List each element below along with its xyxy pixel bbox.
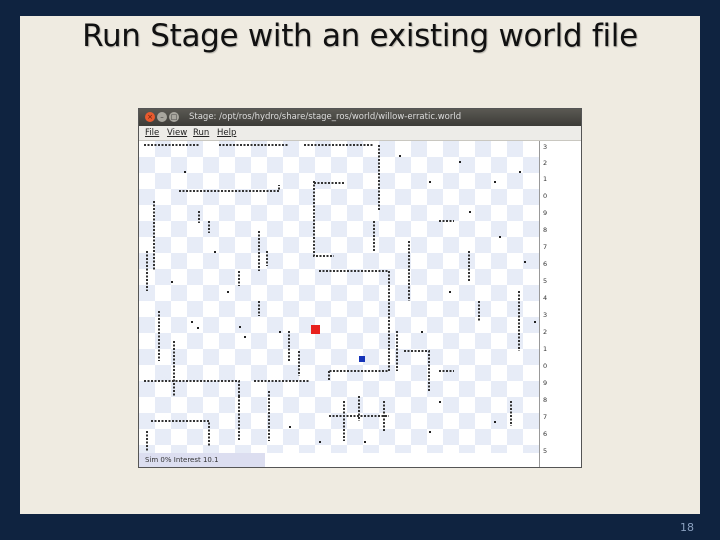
ruler-label: 8 [543,396,548,404]
window-title: Stage: /opt/ros/hydro/share/stage_ros/wo… [189,112,462,122]
menu-view[interactable]: View [167,128,187,138]
page-number: 18 [680,521,694,534]
ruler-label: 8 [543,226,548,234]
ruler-label: 7 [543,243,548,251]
maximize-icon[interactable]: □ [169,112,179,122]
ruler-label: 7 [543,413,548,421]
slide-title: Run Stage with an existing world file [82,18,638,54]
ruler-label: 3 [543,311,548,319]
ruler-label: 6 [543,430,548,438]
window-titlebar[interactable]: × – □ Stage: /opt/ros/hydro/share/stage_… [139,109,581,126]
ruler-label: 2 [543,328,548,336]
menu-help[interactable]: Help [217,128,236,138]
vertical-ruler: 3 2 1 0 9 8 7 6 5 4 3 2 1 0 9 8 7 6 5 [539,141,581,467]
ruler-label: 2 [543,159,548,167]
ruler-label: 1 [543,175,548,183]
ruler-label: 6 [543,260,548,268]
ruler-label: 4 [543,294,548,302]
ruler-label: 0 [543,362,548,370]
menubar: File View Run Help [139,126,581,141]
robot-blue[interactable] [359,356,365,362]
menu-run[interactable]: Run [193,128,209,138]
status-bar: Sim 0% Interest 10.1 [139,453,265,467]
ruler-label: 9 [543,379,548,387]
stage-window: × – □ Stage: /opt/ros/hydro/share/stage_… [138,108,582,468]
ruler-label: 5 [543,447,548,455]
menu-file[interactable]: File [145,128,159,138]
ruler-label: 1 [543,345,548,353]
ruler-label: 5 [543,277,548,285]
ruler-label: 0 [543,192,548,200]
ruler-label: 3 [543,143,548,151]
minimize-icon[interactable]: – [157,112,167,122]
ruler-label: 9 [543,209,548,217]
robot-red[interactable] [311,325,320,334]
world-canvas[interactable] [139,141,539,453]
close-icon[interactable]: × [145,112,155,122]
map-walls [144,144,536,451]
